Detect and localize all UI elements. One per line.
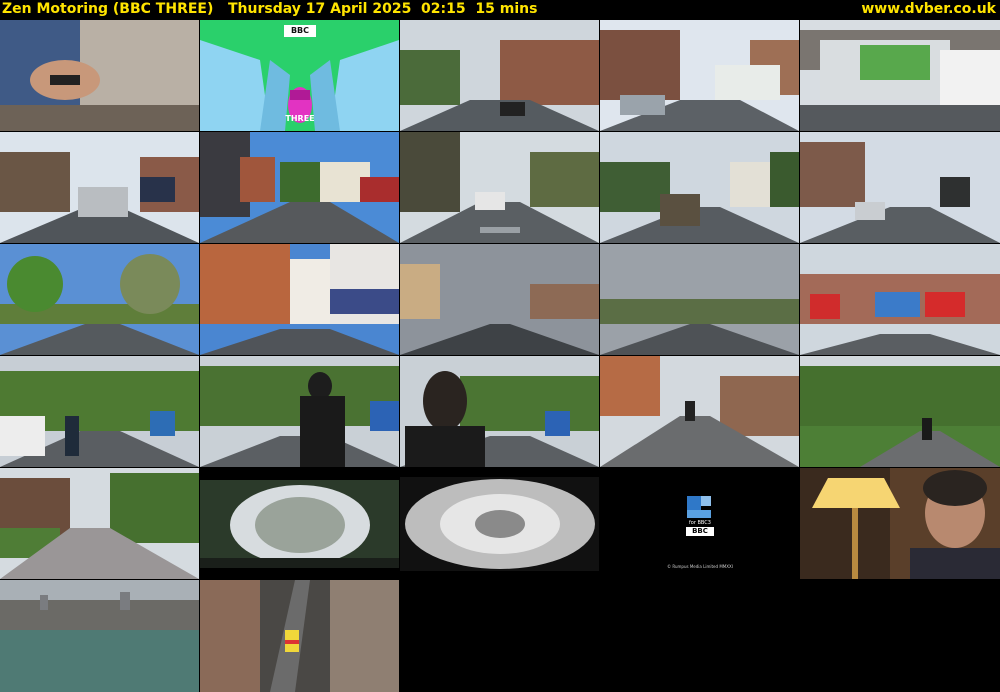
thumbnail-27[interactable] <box>200 580 399 692</box>
thumbnail-13[interactable] <box>400 244 599 355</box>
thumbnail-12[interactable] <box>200 244 399 355</box>
thumbnail-17[interactable] <box>200 356 399 467</box>
thumbnail-10[interactable] <box>800 132 1000 243</box>
thumbnail-4[interactable] <box>600 20 799 131</box>
thumbnail-24[interactable]: for BBC3 BBC © Rumpus Media Limited MMXX… <box>600 468 799 579</box>
thumbnail-19[interactable] <box>600 356 799 467</box>
channel-title: Zen Motoring (BBC THREE) <box>2 1 214 17</box>
thumbnail-25[interactable] <box>800 468 1000 579</box>
thumbnail-23[interactable] <box>400 477 599 571</box>
thumbnail-14[interactable] <box>600 244 799 355</box>
thumbnail-18[interactable] <box>400 356 599 467</box>
thumbnail-5[interactable] <box>800 20 1000 131</box>
thumbnail-16[interactable] <box>0 356 199 467</box>
bbc-logo-small: BBC <box>686 527 714 536</box>
for-bbc3-label: for BBC3 <box>689 520 711 526</box>
three-caption: THREE <box>285 114 315 123</box>
thumbnail-2[interactable]: BBC THREE <box>200 20 399 131</box>
thumbnail-7[interactable] <box>200 132 399 243</box>
broadcast-datetime: Thursday 17 April 2025 02:15 15 mins <box>228 1 538 17</box>
thumbnail-1[interactable] <box>0 20 199 131</box>
thumbnail-11[interactable] <box>0 244 199 355</box>
thumbnail-21[interactable] <box>0 468 199 579</box>
thumbnail-20[interactable] <box>800 356 1000 467</box>
copyright-text: © Rumpus Media Limited MMXXI <box>667 564 733 569</box>
thumbnail-3[interactable] <box>400 20 599 131</box>
programme-title: Zen Motoring (BBC THREE) Thursday 17 Apr… <box>2 0 537 19</box>
thumbnail-8[interactable] <box>400 132 599 243</box>
thumbnail-6[interactable] <box>0 132 199 243</box>
site-link[interactable]: www.dvber.co.uk <box>861 0 996 19</box>
title-bar: Zen Motoring (BBC THREE) Thursday 17 Apr… <box>0 0 1000 19</box>
thumbnail-grid: BBC THREE for BBC3 BBC © Rumpus Media Li… <box>0 20 1000 692</box>
bbc-logo: BBC <box>284 25 316 37</box>
thumbnail-9[interactable] <box>600 132 799 243</box>
thumbnail-22[interactable] <box>200 480 399 568</box>
thumbnail-26[interactable] <box>0 580 199 692</box>
thumbnail-15[interactable] <box>800 244 1000 355</box>
